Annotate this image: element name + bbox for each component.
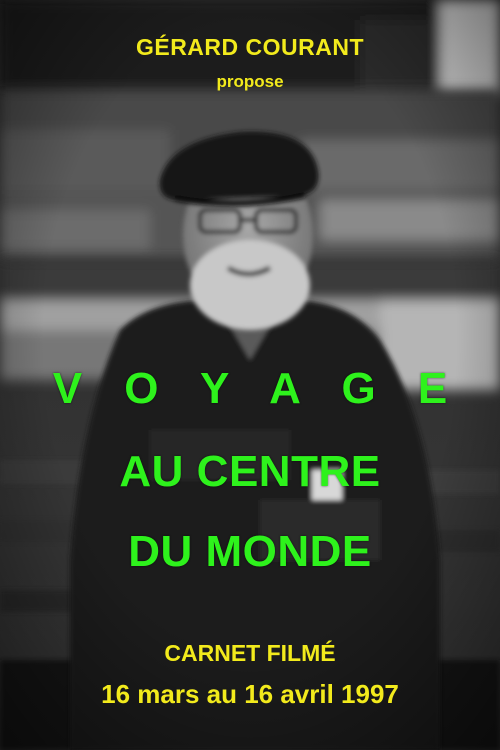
film-title-line-2: AU CENTRE	[119, 447, 381, 496]
film-poster: GÉRARD COURANT propose V O Y A G E AU CE…	[0, 0, 500, 750]
film-dates: 16 mars au 16 avril 1997	[101, 679, 399, 709]
credit-subtitle: propose	[216, 72, 284, 91]
film-genre: CARNET FILMÉ	[164, 640, 336, 666]
film-title-line-3: DU MONDE	[128, 527, 372, 576]
director-credit: GÉRARD COURANT	[135, 34, 365, 60]
film-title-line-1: V O Y A G E	[52, 364, 463, 413]
